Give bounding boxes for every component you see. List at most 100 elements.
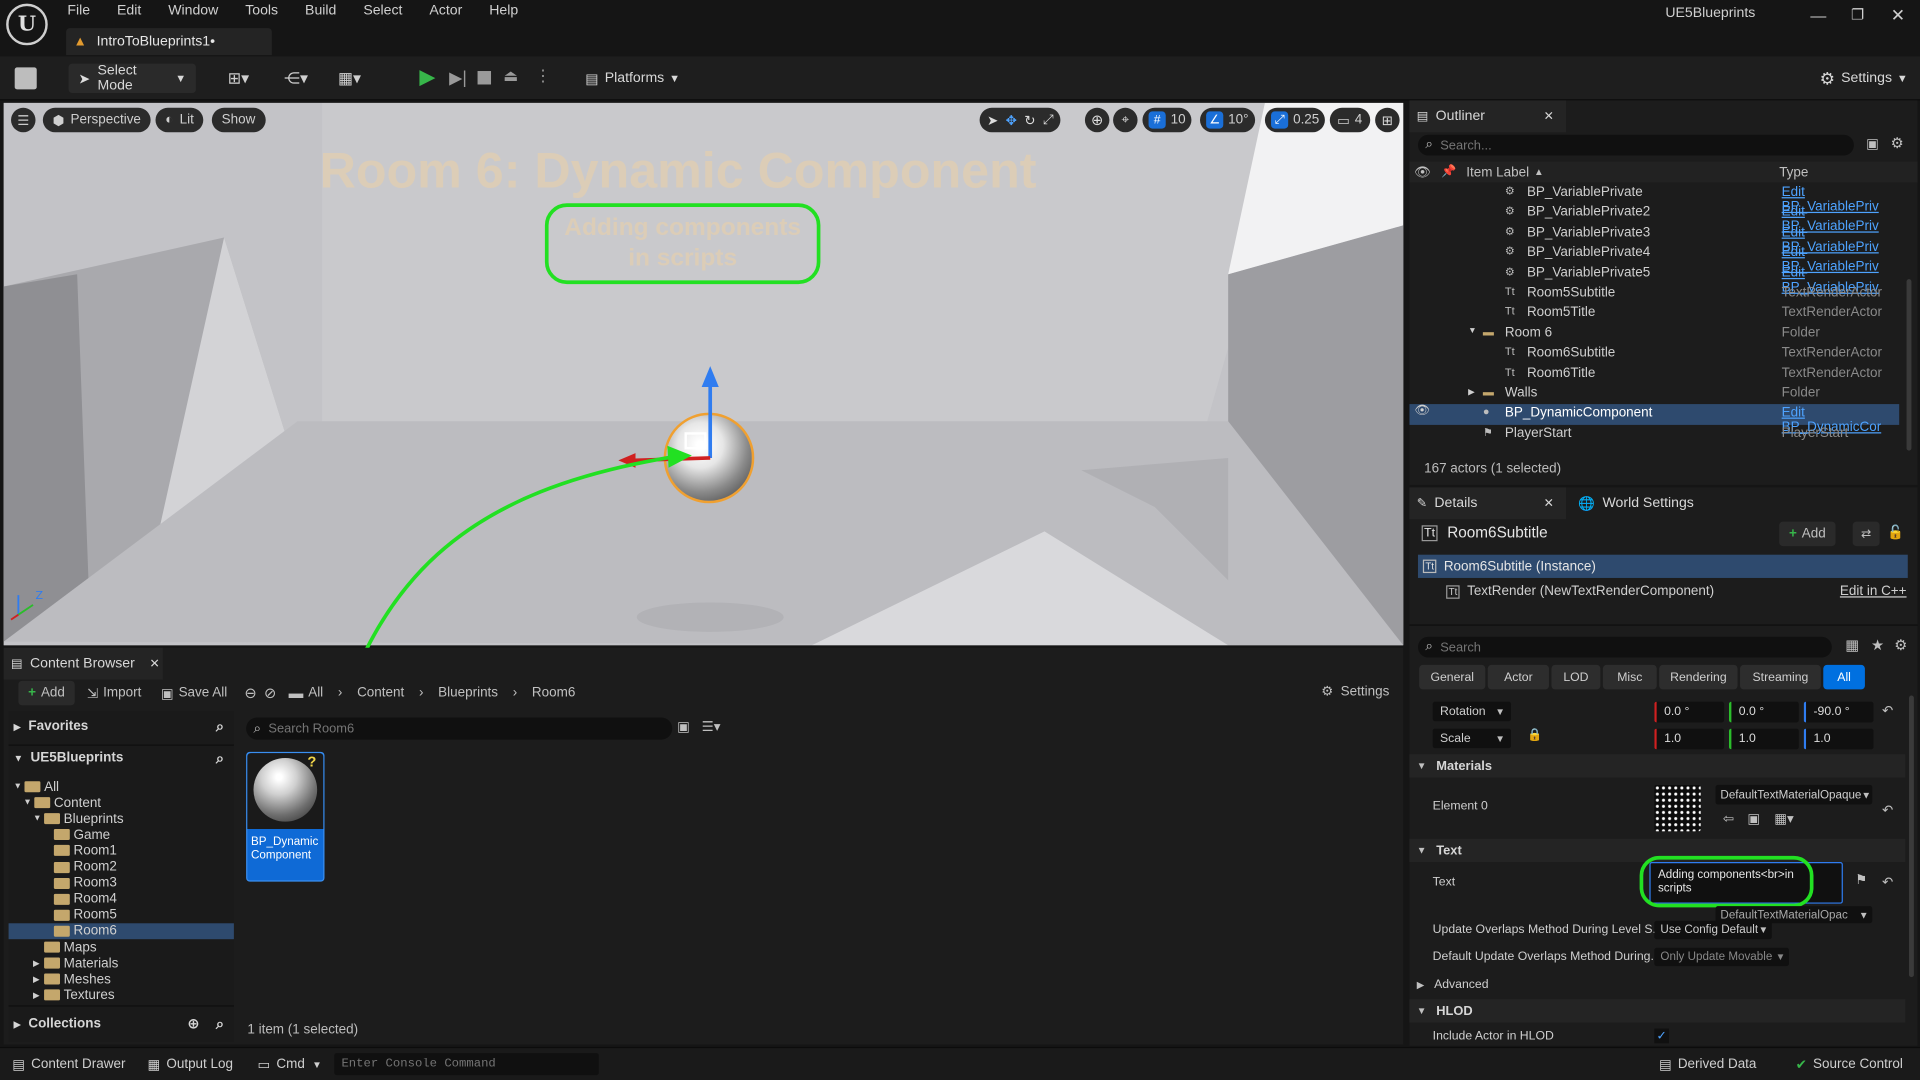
menu-item-actor[interactable]: Actor	[429, 4, 462, 19]
project-tab[interactable]: ▲ IntroToBlueprints1•	[66, 28, 272, 56]
project-header[interactable]: ▼ UE5Blueprints ⌕	[13, 749, 229, 766]
step-icon[interactable]: ▶|	[447, 66, 469, 88]
edit-cpp-link[interactable]: Edit in C++	[1840, 584, 1907, 599]
outliner-row[interactable]: ▼ ▬ Room 6 Folder	[1409, 324, 1899, 344]
details-search-input[interactable]	[1440, 639, 1808, 655]
world-space-icon[interactable]: ⊕	[1084, 107, 1110, 133]
visibility-icon[interactable]: 👁	[1414, 164, 1431, 180]
folder-game[interactable]: Game	[9, 827, 234, 843]
lock-scale-icon[interactable]: 🔒	[1527, 729, 1542, 742]
import-button[interactable]: ⇲ Import	[87, 685, 141, 701]
instance-row[interactable]: Tt Room6Subtitle (Instance)	[1417, 554, 1908, 578]
folder-room4[interactable]: Room4	[9, 891, 234, 907]
scale-x[interactable]: 1.0	[1654, 728, 1725, 750]
search-icon[interactable]: ⌕	[216, 1014, 224, 1032]
cb-settings-button[interactable]: ⚙ Settings	[1321, 683, 1389, 699]
translate-tool-icon[interactable]: ✥	[1006, 112, 1017, 128]
expand-arrow-icon[interactable]: ▶	[33, 990, 44, 1001]
default-update-dropdown[interactable]: Only Update Movable ▼	[1654, 947, 1789, 967]
outliner-row[interactable]: ⚙ BP_VariablePrivate2 Edit BP_VariablePriv	[1409, 204, 1899, 234]
folder-room2[interactable]: Room2	[9, 859, 234, 875]
folder-content[interactable]: ▼ Content	[9, 795, 234, 811]
outliner-tab[interactable]: ▤ Outliner ✕	[1409, 100, 1567, 133]
perspective-button[interactable]: ⬢ Perspective	[42, 107, 151, 133]
level-viewport[interactable]: Room 6: Dynamic Component Adding compone…	[3, 102, 1404, 646]
scale-y[interactable]: 1.0	[1728, 728, 1799, 750]
add-folder-icon[interactable]: ▣	[1866, 136, 1879, 152]
filter-icon[interactable]: ☰▾	[702, 719, 721, 735]
cinematics-icon[interactable]: ▦▾	[338, 69, 361, 89]
outliner-row[interactable]: ⚑ PlayerStart PlayerStart	[1409, 425, 1899, 445]
folder-blueprints[interactable]: ▼ Blueprints	[9, 811, 234, 827]
details-scrollbar[interactable]	[1908, 695, 1914, 978]
folder-all[interactable]: ▼ All	[9, 779, 234, 795]
outliner-row[interactable]: 👁 ● BP_DynamicComponent Edit BP_DynamicCor	[1409, 404, 1900, 435]
include-hlod-checkbox[interactable]: ✓	[1654, 1028, 1669, 1044]
settings-dropdown[interactable]: ⚙ Settings ▼	[1810, 64, 1908, 93]
viewport-menu-icon[interactable]: ☰	[11, 107, 36, 133]
save-all-button[interactable]: ▣ Save All	[161, 685, 227, 701]
collections-header[interactable]: ▶ Collections ⊕ ⌕	[13, 1014, 229, 1032]
gear-icon[interactable]: ⚙	[1891, 135, 1904, 152]
output-log-button[interactable]: ▦ Output Log	[147, 1056, 233, 1072]
category-rendering[interactable]: Rendering	[1659, 664, 1738, 690]
transform-gizmo[interactable]	[604, 360, 775, 531]
rotation-y[interactable]: 0.0 °	[1728, 701, 1799, 723]
reset-icon[interactable]: ↶	[1882, 703, 1893, 719]
gear-icon[interactable]: ⚙	[1894, 637, 1907, 654]
add-actor-icon[interactable]: ⊞▾	[228, 69, 249, 89]
outliner-row[interactable]: ▶ ▬ Walls Folder	[1409, 384, 1899, 404]
forward-icon[interactable]: ⊘	[264, 684, 276, 701]
world-settings-tab[interactable]: 🌐 World Settings	[1573, 487, 1732, 519]
blueprint-options-icon[interactable]: ⇄	[1852, 521, 1880, 547]
derived-data-button[interactable]: ▤ Derived Data	[1659, 1056, 1756, 1072]
outliner-row[interactable]: Tt Room6Title TextRenderActor	[1409, 364, 1899, 384]
star-icon[interactable]: ★	[1871, 637, 1884, 654]
expand-arrow-icon[interactable]: ▶	[33, 974, 44, 985]
rotation-snap-button[interactable]: ∠ 10°	[1200, 107, 1255, 133]
outliner-row[interactable]: Tt Room6Subtitle TextRenderActor	[1409, 344, 1899, 364]
viewport-layout-icon[interactable]: ⊞	[1375, 107, 1400, 133]
category-misc[interactable]: Misc	[1602, 664, 1657, 690]
folder-maps[interactable]: Maps	[9, 939, 234, 955]
details-tab[interactable]: ✎ Details ✕	[1409, 487, 1567, 520]
hlod-section-header[interactable]: ▼ HLOD	[1409, 999, 1906, 1023]
outliner-row[interactable]: Tt Room5Subtitle TextRenderActor	[1409, 284, 1899, 304]
pin-icon[interactable]: 📌	[1441, 165, 1456, 178]
content-drawer-button[interactable]: ▤ Content Drawer	[12, 1056, 125, 1072]
select-tool-icon[interactable]: ➤	[987, 112, 998, 128]
save-search-icon[interactable]: ▣	[677, 719, 690, 735]
collapse-arrow-icon[interactable]: ▼	[13, 782, 24, 791]
show-button[interactable]: Show	[211, 107, 266, 133]
col-type[interactable]: Type	[1779, 165, 1808, 180]
scale-z[interactable]: 1.0	[1803, 728, 1874, 750]
folder-room6[interactable]: Room6	[8, 923, 234, 940]
cmd-dropdown[interactable]: ▭ Cmd ▼	[258, 1056, 322, 1072]
menu-item-select[interactable]: Select	[363, 4, 402, 19]
close-tab-icon[interactable]: ✕	[150, 657, 160, 670]
update-overlaps-dropdown[interactable]: Use Config Default ▼	[1654, 920, 1772, 940]
play-icon[interactable]: ▶	[416, 65, 438, 88]
outliner-row[interactable]: ⚙ BP_VariablePrivate4 Edit BP_VariablePriv	[1409, 244, 1899, 274]
breadcrumb-item[interactable]: Blueprints	[438, 686, 498, 701]
actor-name[interactable]: Room6Subtitle	[1447, 524, 1547, 541]
blueprints-icon[interactable]: ⋲▾	[284, 69, 308, 89]
property-matrix-icon[interactable]: ▦	[1845, 637, 1859, 654]
use-selected-icon[interactable]: ⇦	[1723, 811, 1734, 827]
asset-search-input[interactable]	[268, 721, 648, 736]
breadcrumb-item[interactable]: All	[308, 686, 323, 701]
folder-room1[interactable]: Room1	[9, 843, 234, 859]
close-tab-icon[interactable]: ✕	[1544, 110, 1554, 123]
category-actor[interactable]: Actor	[1487, 664, 1549, 690]
category-streaming[interactable]: Streaming	[1740, 664, 1821, 690]
outliner-row[interactable]: ⚙ BP_VariablePrivate5 Edit BP_VariablePriv	[1409, 264, 1899, 294]
rotation-z[interactable]: -90.0 °	[1803, 701, 1874, 723]
breadcrumb-item[interactable]: Room6	[532, 686, 575, 701]
asset-tile[interactable]: ? BP_Dynamic Component	[246, 751, 325, 882]
menu-item-file[interactable]: File	[67, 4, 90, 19]
restore-icon[interactable]: ❐	[1849, 2, 1866, 26]
material-thumbnail[interactable]	[1654, 784, 1701, 832]
browse-icon[interactable]: ▣	[1747, 811, 1760, 827]
outliner-search[interactable]: ⌕	[1417, 134, 1854, 156]
category-lod[interactable]: LOD	[1551, 664, 1601, 690]
